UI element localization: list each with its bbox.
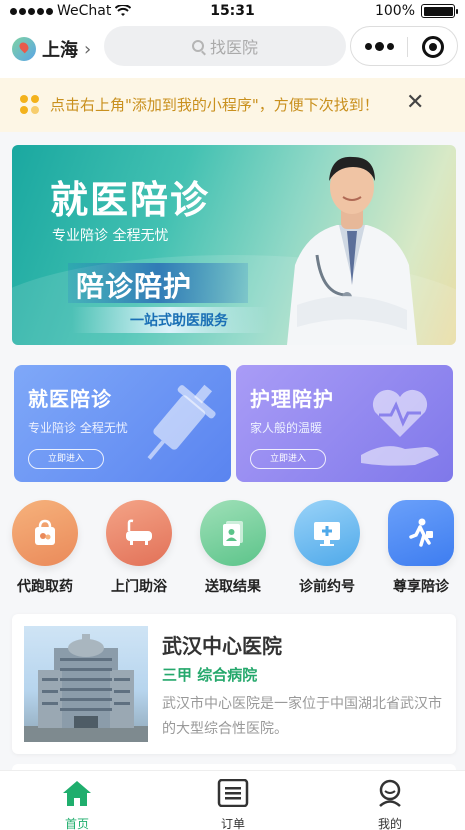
monitor-plus-icon — [294, 500, 360, 566]
more-icon[interactable] — [365, 42, 394, 51]
shortcut-bath[interactable]: 上门助浴 — [96, 500, 182, 596]
medicine-bag-icon — [12, 500, 78, 566]
home-icon — [63, 781, 91, 806]
list-icon — [217, 778, 249, 808]
heart-hand-icon — [361, 389, 439, 466]
shortcut-medicine[interactable]: 代跑取药 — [2, 500, 88, 596]
shortcut-appointment[interactable]: 诊前约号 — [284, 500, 370, 596]
city-selector[interactable]: 上海 › — [12, 36, 91, 62]
search-input[interactable]: 找医院 — [104, 26, 346, 66]
shortcut-results[interactable]: 送取结果 — [190, 500, 276, 596]
battery-icon — [421, 4, 458, 18]
battery-status: 100% — [374, 3, 458, 19]
service-card-nursing[interactable]: 护理陪护 家人般的温暖 立即进入 — [236, 365, 453, 482]
tab-profile[interactable]: 我的 — [350, 779, 430, 830]
syringe-icon — [147, 384, 216, 460]
city-name: 上海 — [42, 40, 78, 61]
service-title: 护理陪护 — [250, 387, 334, 411]
chevron-right-icon: › — [84, 38, 92, 60]
shortcut-label: 上门助浴 — [111, 579, 167, 595]
service-subtitle: 专业陪诊 全程无忧 — [28, 421, 128, 435]
tip-text: 点击右上角"添加到我的小程序"，方便下次找到！ — [50, 96, 379, 114]
add-miniprogram-tip: 点击右上角"添加到我的小程序"，方便下次找到！ ✕ — [0, 78, 465, 132]
shortcut-label: 送取结果 — [205, 579, 261, 595]
miniprogram-capsule — [350, 26, 458, 66]
map-icon — [12, 37, 36, 61]
search-icon — [191, 40, 204, 52]
grid-dots-icon — [20, 95, 40, 115]
enter-button[interactable]: 立即进入 — [250, 449, 326, 469]
tab-orders[interactable]: 订单 — [193, 778, 273, 830]
battery-percent: 100% — [374, 3, 415, 19]
service-title: 就医陪诊 — [28, 387, 112, 411]
capsule-divider — [407, 37, 408, 57]
close-miniprogram-icon[interactable] — [422, 36, 444, 58]
bathtub-icon — [106, 500, 172, 566]
hospital-description: 武汉市中心医院是一家位于中国湖北省武汉市的大型综合性医院。 — [162, 696, 442, 737]
shortcut-vip-escort[interactable]: 尊享陪诊 — [378, 500, 464, 596]
search-placeholder: 找医院 — [209, 38, 258, 57]
tab-home[interactable]: 首页 — [37, 779, 117, 830]
service-subtitle: 家人般的温暖 — [250, 421, 323, 435]
walking-person-icon — [388, 500, 454, 566]
nav-bar: 上海 › 找医院 — [0, 22, 465, 78]
hospital-tags: 三甲 综合病院 — [162, 666, 258, 684]
tab-label: 我的 — [377, 817, 402, 830]
user-icon — [379, 779, 401, 807]
tab-label: 订单 — [220, 817, 245, 830]
hospital-photo — [24, 626, 148, 742]
status-bar: WeChat 15:31 100% — [0, 0, 465, 22]
hero-strip: 一站式助医服务 — [130, 313, 228, 329]
hero-banner[interactable]: 就医陪诊 专业陪诊 全程无忧 陪诊陪护 一站式助医服务 — [12, 145, 456, 345]
tab-label: 首页 — [64, 817, 89, 830]
shortcut-label: 诊前约号 — [299, 579, 355, 595]
tab-bar: 首页 订单 我的 — [0, 770, 465, 830]
shortcut-label: 尊享陪诊 — [393, 579, 449, 595]
hospital-card[interactable]: 武汉中心医院 三甲 综合病院 武汉市中心医院是一家位于中国湖北省武汉市的大型综合… — [12, 614, 456, 754]
close-icon[interactable]: ✕ — [406, 90, 424, 115]
hero-subtitle: 专业陪诊 全程无忧 — [52, 228, 169, 244]
report-icon — [200, 500, 266, 566]
doctor-illustration — [287, 156, 417, 345]
hospital-name: 武汉中心医院 — [162, 634, 282, 658]
hero-badge: 陪诊陪护 — [76, 270, 193, 303]
shortcut-label: 代跑取药 — [17, 579, 73, 595]
service-card-escort[interactable]: 就医陪诊 专业陪诊 全程无忧 立即进入 — [14, 365, 231, 482]
enter-button[interactable]: 立即进入 — [28, 449, 104, 469]
hero-title: 就医陪诊 — [50, 178, 211, 222]
